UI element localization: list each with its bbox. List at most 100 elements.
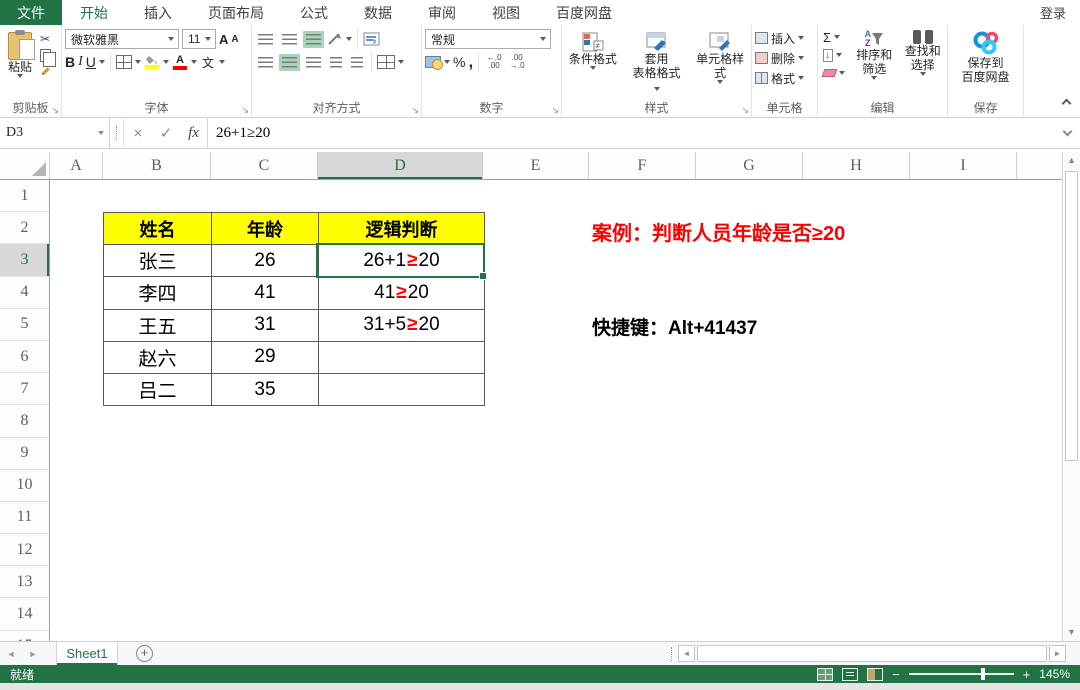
font-size-select[interactable]: 11: [182, 29, 216, 49]
ribbon-tab[interactable]: 视图: [474, 0, 538, 25]
collapse-ribbon-icon[interactable]: [1062, 99, 1072, 109]
insert-cells-button[interactable]: 插入: [752, 28, 817, 48]
zoom-slider-thumb[interactable]: [981, 668, 985, 680]
cell-name[interactable]: 赵六: [104, 342, 212, 374]
zoom-out-button[interactable]: −: [892, 667, 900, 682]
cell-age[interactable]: 31: [212, 310, 319, 342]
column-header[interactable]: B: [103, 152, 211, 179]
scroll-left-icon[interactable]: ◄: [678, 645, 695, 662]
orientation-icon[interactable]: [327, 32, 343, 46]
sheet-tab-sheet1[interactable]: Sheet1: [56, 642, 118, 665]
cell-logic[interactable]: 41≥20: [319, 277, 485, 309]
prev-sheet-icon[interactable]: ◄: [0, 642, 22, 665]
cell-name[interactable]: 张三: [104, 245, 212, 277]
select-all-corner[interactable]: [0, 152, 50, 179]
scroll-up-icon[interactable]: ▲: [1063, 152, 1080, 169]
format-cells-button[interactable]: 格式: [752, 68, 817, 88]
cancel-button[interactable]: ×: [124, 118, 152, 148]
merge-dropdown-icon[interactable]: [398, 60, 404, 64]
comma-style-button[interactable]: ,: [468, 52, 473, 72]
tab-bar-splitter[interactable]: [665, 642, 678, 665]
ribbon-tab[interactable]: 插入: [126, 0, 190, 25]
decrease-indent-icon[interactable]: [327, 54, 345, 71]
dialog-launcher-icon[interactable]: ↘: [411, 106, 419, 115]
column-header[interactable]: F: [589, 152, 696, 179]
horizontal-scroll-thumb[interactable]: [697, 645, 1047, 662]
wrap-text-icon[interactable]: [363, 32, 381, 47]
accounting-format-icon[interactable]: [425, 56, 441, 68]
vertical-scrollbar[interactable]: ▲ ▼: [1062, 152, 1080, 641]
cell-age[interactable]: 41: [212, 277, 319, 309]
zoom-in-button[interactable]: +: [1023, 667, 1031, 682]
grow-font-icon[interactable]: A: [219, 32, 228, 47]
fill-color-button[interactable]: [144, 55, 160, 69]
column-header[interactable]: E: [483, 152, 589, 179]
row-header[interactable]: 1: [0, 180, 49, 212]
cell-logic[interactable]: [319, 342, 485, 374]
formula-bar-splitter[interactable]: [110, 118, 124, 148]
login-link[interactable]: 登录: [1040, 0, 1080, 25]
row-header[interactable]: 15: [0, 631, 49, 641]
increase-decimal-icon[interactable]: ←.0 .00: [484, 54, 504, 70]
ribbon-tab[interactable]: 公式: [282, 0, 346, 25]
column-header[interactable]: H: [803, 152, 910, 179]
dialog-launcher-icon[interactable]: ↘: [741, 106, 749, 115]
name-box[interactable]: D3: [0, 118, 110, 148]
add-sheet-button[interactable]: +: [136, 645, 153, 662]
zoom-level[interactable]: 145%: [1039, 667, 1070, 681]
page-layout-view-button[interactable]: [842, 668, 858, 681]
increase-indent-icon[interactable]: [348, 54, 366, 71]
row-header[interactable]: 4: [0, 277, 49, 309]
next-sheet-icon[interactable]: ►: [22, 642, 44, 665]
cell-age[interactable]: 29: [212, 342, 319, 374]
decrease-decimal-icon[interactable]: .00 →.0: [507, 54, 527, 70]
font-name-select[interactable]: 微软雅黑: [65, 29, 179, 49]
align-left-button[interactable]: [255, 54, 276, 71]
row-header[interactable]: 3: [0, 244, 49, 276]
row-header[interactable]: 10: [0, 470, 49, 502]
column-header[interactable]: D: [318, 152, 483, 179]
delete-cells-button[interactable]: 删除: [752, 48, 817, 68]
table-header-cell[interactable]: 姓名: [104, 213, 212, 245]
table-header-cell[interactable]: 逻辑判断: [319, 213, 485, 245]
row-header[interactable]: 11: [0, 502, 49, 534]
dialog-launcher-icon[interactable]: ↘: [241, 106, 249, 115]
underline-dropdown-icon[interactable]: [99, 60, 105, 64]
row-header[interactable]: 12: [0, 534, 49, 566]
sort-filter-button[interactable]: AZ 排序和筛选: [850, 28, 899, 82]
fill-button[interactable]: ↓: [820, 46, 848, 64]
row-header[interactable]: 2: [0, 212, 49, 244]
orientation-dropdown-icon[interactable]: [346, 37, 352, 41]
tab-file[interactable]: 文件: [0, 0, 62, 25]
find-select-button[interactable]: 查找和选择: [899, 28, 948, 82]
cell-name[interactable]: 王五: [104, 310, 212, 342]
align-bottom-button[interactable]: [303, 31, 324, 48]
horizontal-scrollbar[interactable]: ◄ ►: [678, 642, 1080, 665]
paste-button[interactable]: 粘贴: [4, 30, 36, 80]
conditional-format-button[interactable]: ≠ 条件格式: [562, 30, 624, 96]
copy-icon[interactable]: [40, 49, 51, 62]
scroll-down-icon[interactable]: ▼: [1063, 624, 1080, 641]
clear-button[interactable]: [820, 64, 848, 82]
font-color-button[interactable]: A: [172, 55, 188, 70]
font-color-dropdown-icon[interactable]: [191, 60, 197, 64]
borders-dropdown-icon[interactable]: [135, 60, 141, 64]
cell-name[interactable]: 吕二: [104, 374, 212, 406]
row-header[interactable]: 14: [0, 598, 49, 630]
number-format-select[interactable]: 常规: [425, 29, 551, 49]
column-header[interactable]: A: [50, 152, 103, 179]
cell-name[interactable]: 李四: [104, 277, 212, 309]
bold-button[interactable]: B: [65, 54, 75, 70]
align-middle-button[interactable]: [279, 31, 300, 48]
column-header[interactable]: G: [696, 152, 803, 179]
ribbon-tab[interactable]: 开始: [62, 0, 126, 25]
phonetic-dropdown-icon[interactable]: [219, 60, 225, 64]
column-header[interactable]: I: [910, 152, 1017, 179]
accounting-dropdown-icon[interactable]: [444, 60, 450, 64]
underline-button[interactable]: U: [86, 54, 96, 70]
align-center-button[interactable]: [279, 54, 300, 71]
ribbon-tab[interactable]: 数据: [346, 0, 410, 25]
vertical-scroll-thumb[interactable]: [1065, 171, 1078, 461]
italic-button[interactable]: I: [78, 54, 83, 70]
row-header[interactable]: 5: [0, 309, 49, 341]
